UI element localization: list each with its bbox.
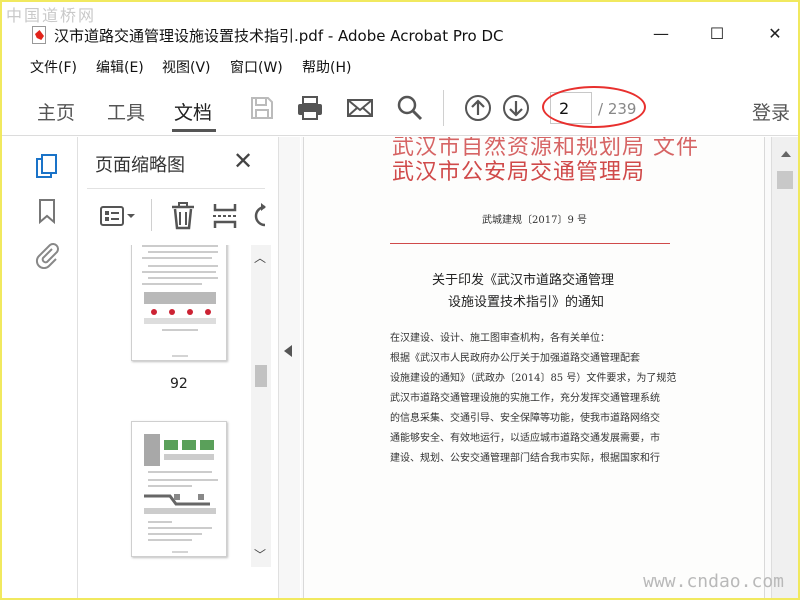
attachment-icon[interactable]	[34, 241, 60, 269]
doc-title-line2: 设施设置技术指引》的通知	[448, 295, 605, 310]
delete-page-icon[interactable]	[169, 201, 197, 231]
scrollbar-thumb[interactable]	[255, 365, 267, 387]
panel-close-button[interactable]: ✕	[233, 149, 253, 173]
doc-red-rule	[390, 243, 670, 244]
page-thumbnail[interactable]	[131, 421, 227, 557]
thumbnail-preview	[142, 245, 218, 357]
doc-body-line: 设施建设的通知》（武政办〔2014〕85 号）文件要求，为了规范	[390, 373, 677, 384]
page-thumbnail[interactable]	[131, 245, 227, 361]
insert-page-icon[interactable]	[211, 201, 239, 231]
page-number-input[interactable]	[550, 92, 592, 124]
title-bar: 汉市道路交通管理设施设置技术指引.pdf - Adobe Acrobat Pro…	[2, 2, 798, 52]
document-page: 武汉市自然资源和规划局 文件 武汉市公安局交通管理局 武城建规〔2017〕9 号…	[303, 137, 765, 598]
thumbnail-page-number: 92	[170, 376, 188, 392]
doc-body-line: 建设、规划、公安交通管理部门结合我市实际，根据国家和行	[390, 453, 660, 464]
doc-number: 武城建规〔2017〕9 号	[482, 215, 587, 226]
scroll-down-arrow[interactable]: ﹀	[254, 546, 266, 563]
main-toolbar: 主页 工具 文档 / 239	[2, 80, 798, 136]
left-rail	[2, 137, 78, 598]
thumbnail-scrollbar[interactable]: ︿ ﹀	[251, 245, 271, 567]
close-window-button[interactable]: ✕	[760, 22, 790, 46]
menu-help[interactable]: 帮助(H)	[302, 57, 351, 77]
options-menu-icon[interactable]	[99, 201, 139, 231]
print-icon[interactable]	[296, 94, 324, 122]
doc-body-line: 武汉市道路交通管理设施的实施工作，充分发挥交通管理系统	[390, 393, 660, 404]
doc-body-line: 根据《武汉市人民政府办公厅关于加强道路交通管理配套	[390, 353, 640, 364]
thumbnail-list: 92	[79, 245, 277, 598]
save-icon[interactable]	[248, 94, 276, 122]
menu-file[interactable]: 文件(F)	[30, 57, 77, 77]
page-total: / 239	[598, 100, 637, 118]
tab-home[interactable]: 主页	[37, 98, 75, 125]
menu-edit[interactable]: 编辑(E)	[96, 57, 144, 77]
scroll-up-arrow[interactable]	[781, 151, 791, 157]
email-icon[interactable]	[346, 94, 374, 122]
page-thumbnails-icon[interactable]	[34, 153, 60, 181]
scrollbar-thumb[interactable]	[777, 171, 793, 189]
window-title: 汉市道路交通管理设施设置技术指引.pdf - Adobe Acrobat Pro…	[54, 27, 504, 45]
maximize-button[interactable]: ☐	[702, 22, 732, 46]
acrobat-window: 中国道桥网 汉市道路交通管理设施设置技术指引.pdf - Adobe Acrob…	[2, 2, 798, 598]
panel-title: 页面缩略图	[95, 155, 185, 176]
panel-collapse-strip[interactable]	[278, 137, 300, 598]
scroll-up-arrow[interactable]: ︿	[254, 249, 266, 266]
doc-header-line2: 武汉市公安局交通管理局	[392, 160, 646, 185]
login-button[interactable]: 登录	[752, 98, 790, 125]
previous-page-icon[interactable]	[464, 94, 492, 122]
next-page-icon[interactable]	[502, 94, 530, 122]
thumbnails-panel: 页面缩略图 ✕ 92 ︿ ﹀	[79, 137, 277, 598]
bookmark-icon[interactable]	[34, 197, 60, 225]
collapse-arrow-icon[interactable]	[284, 345, 292, 357]
tab-document[interactable]: 文档	[174, 98, 212, 125]
panel-toolbar-separator	[151, 199, 152, 231]
watermark-bottom: www.cndao.com	[643, 571, 784, 592]
document-scrollbar[interactable]	[771, 137, 798, 598]
doc-body-line: 在汉建设、设计、施工图审查机构，各有关单位：	[390, 333, 610, 344]
thumbnail-preview	[144, 434, 218, 553]
menu-bar: 文件(F) 编辑(E) 视图(V) 窗口(W) 帮助(H)	[2, 52, 798, 78]
pdf-file-icon	[32, 26, 46, 44]
watermark-top: 中国道桥网	[6, 6, 97, 25]
menu-view[interactable]: 视图(V)	[162, 57, 211, 77]
document-view: 武汉市自然资源和规划局 文件 武汉市公安局交通管理局 武城建规〔2017〕9 号…	[301, 137, 771, 598]
panel-divider	[87, 188, 265, 189]
search-icon[interactable]	[396, 94, 424, 122]
active-tab-indicator	[172, 129, 216, 132]
menu-window[interactable]: 窗口(W)	[230, 57, 283, 77]
panel-toolbar	[79, 191, 277, 241]
toolbar-separator	[443, 90, 444, 126]
tab-tools[interactable]: 工具	[107, 98, 145, 125]
doc-body-line: 通能够安全、有效地运行，以适应城市道路交通发展需要，市	[390, 433, 660, 444]
rotate-page-icon[interactable]	[251, 201, 271, 231]
doc-title-line1: 关于印发《武汉市道路交通管理	[432, 273, 615, 288]
doc-body-line: 的信息采集、交通引导、安全保障等功能，使我市道路网络交	[390, 413, 660, 424]
minimize-button[interactable]: —	[646, 22, 676, 46]
